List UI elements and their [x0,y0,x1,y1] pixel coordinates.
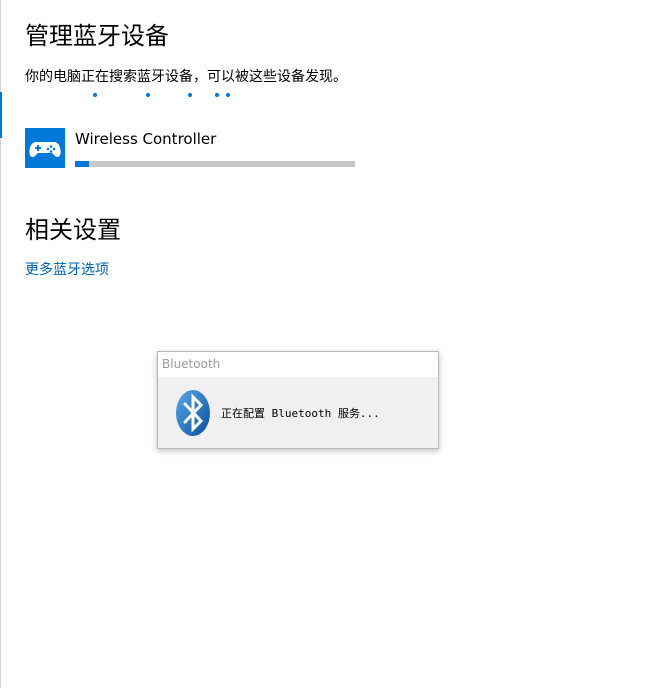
page-title: 管理蓝牙设备 [25,22,169,50]
device-name: Wireless Controller [75,130,217,148]
progress-dot [215,93,219,97]
device-item-wireless-controller[interactable]: Wireless Controller [25,128,365,172]
gamepad-icon [25,128,65,168]
progress-fill [75,161,89,167]
more-bluetooth-options-link[interactable]: 更多蓝牙选项 [25,259,109,279]
progress-dot [93,93,97,97]
searching-progress-dots [0,93,658,99]
progress-dot [188,93,192,97]
discoverable-status-text: 你的电脑正在搜索蓝牙设备，可以被这些设备发现。 [25,69,347,85]
dialog-titlebar[interactable]: Bluetooth [158,352,438,377]
related-settings-title: 相关设置 [25,216,121,244]
device-connect-progress [75,161,355,167]
dialog-status-message: 正在配置 Bluetooth 服务... [221,407,380,420]
progress-dot [146,93,150,97]
progress-dot [226,93,230,97]
dialog-title: Bluetooth [162,357,221,371]
bluetooth-config-dialog: Bluetooth 正在配置 Bluetooth 服务... [157,351,439,449]
bluetooth-icon [174,388,212,438]
